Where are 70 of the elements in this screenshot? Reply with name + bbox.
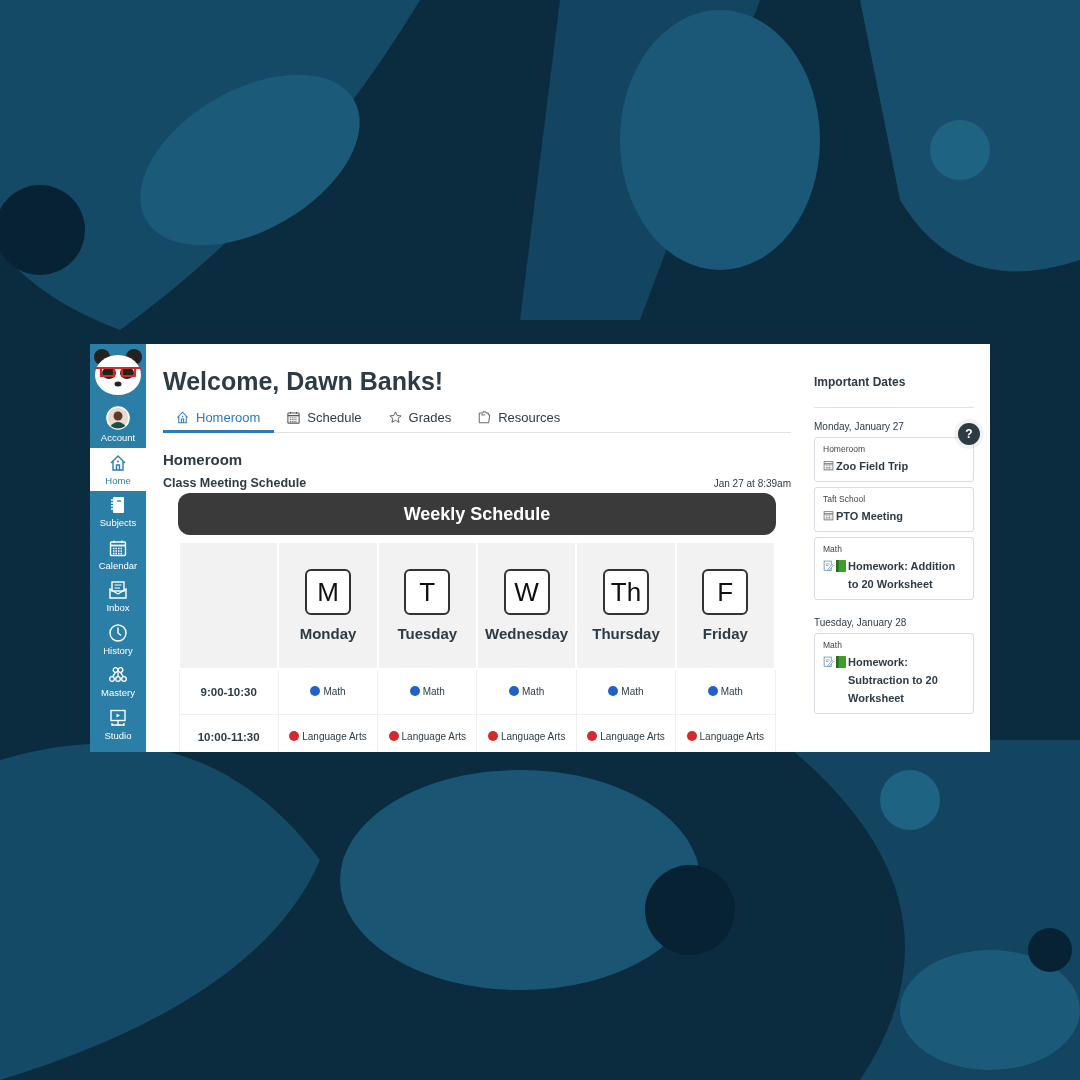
class-label: Language Arts [600, 730, 665, 742]
day-letter-card: F [702, 569, 749, 615]
day-name: Wednesday [484, 625, 570, 642]
day-letter-card: T [404, 569, 451, 615]
class-label: Math [720, 685, 743, 697]
star-icon [387, 410, 403, 425]
tab[interactable]: Grades [375, 407, 466, 433]
class-label: Math [522, 685, 545, 697]
event-context: Math [823, 640, 843, 650]
sidebar-item[interactable]: Inbox [90, 575, 146, 618]
sidebar-item[interactable]: Subjects [90, 490, 146, 533]
tab[interactable]: Resources [465, 407, 575, 433]
event-context: Taft School [823, 494, 867, 504]
day-name: Monday [298, 625, 358, 642]
date-label: Monday, January 27 [814, 421, 905, 432]
book-icon [836, 560, 846, 572]
clock-icon [108, 622, 128, 643]
welcome-heading: Welcome, Dawn Banks! [163, 366, 445, 396]
class-label: Math [323, 685, 346, 697]
class-label: Language Arts [699, 730, 765, 742]
sidebar-item[interactable]: Home [90, 448, 146, 491]
event-card[interactable]: Math Homework: Subtraction to 20 Worksheet [814, 633, 974, 714]
day-letter-card: M [305, 569, 351, 615]
event-card[interactable]: Math Homework: Addition to 20 Worksheet [814, 537, 974, 600]
home-icon [175, 410, 190, 425]
help-button[interactable]: ? [958, 423, 980, 445]
day-letter-card: Th [602, 569, 649, 615]
panel-heading: Important Dates [814, 344, 974, 408]
day-name: Tuesday [396, 625, 459, 642]
tab[interactable]: Schedule [274, 407, 376, 433]
assignment-icon [823, 560, 834, 572]
class-label: Language Arts [302, 730, 367, 742]
event-title: Homework: Subtraction to 20 Worksheet [848, 655, 939, 706]
event-card[interactable]: Homeroom Zoo Field Trip [814, 437, 974, 482]
class-label: Language Arts [500, 730, 566, 742]
folder-icon [477, 410, 493, 425]
sidebar-item[interactable]: History [90, 618, 146, 661]
day-name: Thursday [591, 625, 661, 642]
inbox-icon [108, 580, 128, 601]
calendar-icon [823, 510, 834, 521]
monitor-icon [108, 707, 128, 728]
section-heading: Homeroom [163, 451, 244, 468]
schedule-banner: Weekly Schedule [178, 493, 776, 535]
day-name: Friday [701, 625, 749, 642]
sidebar-item[interactable]: Mastery [90, 660, 146, 703]
event-card[interactable]: Taft School PTO Meeting [814, 487, 974, 532]
time-label: 9:00-10:30 [200, 686, 257, 698]
day-letter-card: W [503, 569, 550, 615]
date-label: Tuesday, January 28 [814, 617, 908, 628]
event-title: Homework: Addition to 20 Worksheet [848, 559, 957, 592]
post-date: Jan 27 at 8:39am [713, 478, 791, 489]
class-label: Language Arts [401, 730, 467, 742]
panda-logo-drawing[interactable] [92, 347, 144, 397]
event-title: Zoo Field Trip [836, 459, 909, 474]
assignment-icon [823, 656, 834, 668]
time-label: 10:00-11:30 [197, 731, 260, 743]
post-title[interactable]: Class Meeting Schedule [163, 476, 307, 490]
class-label: Math [621, 685, 644, 697]
calendar-icon [286, 410, 302, 425]
calendar-icon [823, 460, 834, 471]
event-title: PTO Meeting [836, 509, 904, 524]
event-context: Homeroom [823, 444, 867, 454]
sidebar-item[interactable]: Calendar [90, 533, 146, 576]
class-label: Math [422, 685, 445, 697]
book-icon [836, 656, 846, 668]
tab[interactable]: Homeroom [163, 407, 275, 433]
sidebar-item[interactable]: Account [90, 400, 146, 448]
sidebar-item[interactable]: Studio [90, 703, 146, 746]
event-context: Math [823, 544, 843, 554]
avatar-icon [106, 405, 130, 430]
